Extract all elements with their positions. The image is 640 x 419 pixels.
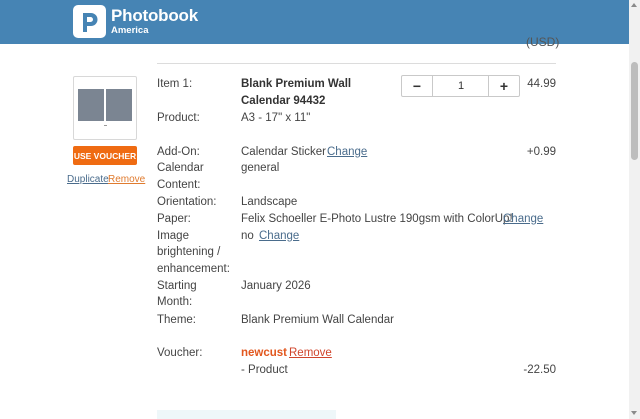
brand-name[interactable]: Photobook [111,6,198,26]
voucher-remove-link[interactable]: Remove [289,347,332,359]
item-name-line-1: Blank Premium Wall [241,78,352,90]
image-value: no [241,230,254,242]
theme-label: Theme: [157,314,196,326]
voucher-line-label: - Product [241,364,288,376]
content-label-line-1: Calendar [157,162,204,174]
vertical-scrollbar[interactable] [629,0,640,419]
arrow-up-icon[interactable] [631,3,637,7]
currency-header: (USD) [526,35,560,49]
duplicate-link[interactable]: Duplicate [67,174,109,185]
item-name-line-2: Calendar 94432 [241,95,326,107]
image-label-line-1: Image [157,230,189,242]
increase-quantity-button[interactable]: + [488,76,519,96]
paper-value: Felix Schoeller E-Photo Lustre 190gsm wi… [241,213,513,225]
addon-price: +0.99 [526,146,556,158]
start-label-line-1: Starting [157,280,197,292]
quantity-input[interactable]: 1 [433,76,489,96]
paper-label: Paper: [157,213,191,225]
orientation-value: Landscape [241,196,298,208]
image-change-link[interactable]: Change [259,230,299,242]
orientation-label: Orientation: [157,196,217,208]
brand-subtitle: America [111,25,149,36]
voucher-label: Voucher: [157,347,203,359]
item-price: 44.99 [527,78,556,90]
remove-item-link[interactable]: Remove [108,174,145,185]
product-thumbnail[interactable] [73,76,137,140]
product-value: A3 - 17" x 11" [241,112,311,124]
quantity-stepper: − 1 + [401,75,520,97]
image-label-line-2: brightening / [157,246,221,258]
voucher-code: newcust [241,347,288,359]
start-label-line-2: Month: [157,296,193,308]
photobook-logo-icon[interactable] [73,5,106,38]
arrow-down-icon[interactable] [631,411,637,415]
addon-change-link[interactable]: Change [327,146,367,158]
thumbnail-page-left [78,89,104,121]
item-label: Item 1: [157,78,193,90]
voucher-line-amount: -22.50 [523,364,556,376]
scroll-thumb[interactable] [631,62,638,160]
content-value: general [241,162,280,174]
addon-label: Add-On: [157,146,200,158]
addon-value: Calendar Sticker [241,146,327,158]
theme-value: Blank Premium Wall Calendar [241,314,394,326]
thumbnail-mark [104,125,107,126]
use-voucher-button[interactable]: USE VOUCHER [73,146,137,165]
image-label-line-3: enhancement: [157,263,230,275]
product-label: Product: [157,112,200,124]
paper-change-link[interactable]: Change [503,213,543,225]
decrease-quantity-button[interactable]: − [402,76,433,96]
summary-panel [157,410,336,419]
content-label-line-2: Content: [157,179,201,191]
thumbnail-page-right [106,89,132,121]
divider [157,63,556,64]
start-month-value: January 2026 [241,280,311,292]
